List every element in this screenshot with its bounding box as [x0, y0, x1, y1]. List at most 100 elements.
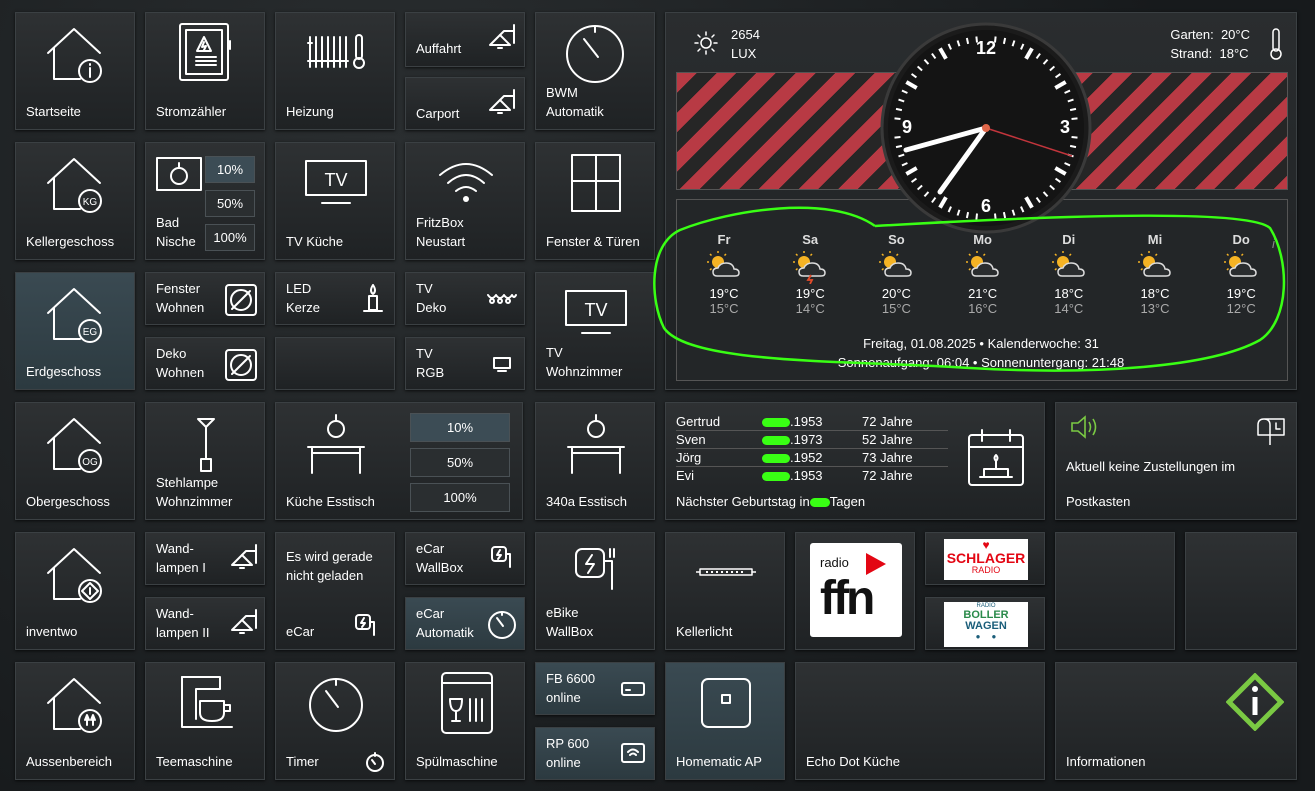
radio-bollerwagen-tile[interactable]: RADIO BOLLER WAGEN ● ●: [925, 597, 1045, 650]
tile-deko-wohnen[interactable]: Deko Wohnen: [145, 337, 265, 390]
next-birthday-text: Nächster Geburtstag in Tagen: [676, 492, 865, 511]
tile-label: Echo Dot Küche: [806, 754, 900, 769]
tile-tv-deko[interactable]: TV Deko: [405, 272, 525, 325]
wagen-text: WAGEN: [965, 620, 1007, 632]
birthday-age: 52 Jahre: [862, 432, 913, 447]
thermometer-icon: [1268, 27, 1284, 61]
dim-100-button[interactable]: 100%: [205, 224, 255, 251]
tile-label: Wand- lampen I: [156, 541, 206, 575]
schlager-radio-text: RADIO: [971, 565, 1001, 575]
tv-icon: TV: [304, 159, 368, 205]
birthday-panel[interactable]: Gertrud .1953 72 Jahre Sven .1973 52 Jahre Jör…: [665, 402, 1045, 520]
tile-stehlampe[interactable]: Stehlampe Wohnzimmer: [145, 402, 265, 520]
tile-label: Heizung: [286, 104, 334, 119]
dim-50-button[interactable]: 50%: [410, 448, 510, 477]
tile-tv-wohnzimmer[interactable]: TV TV Wohnzimmer: [535, 272, 655, 390]
tile-informationen[interactable]: Informationen: [1055, 662, 1297, 780]
tile-ecar[interactable]: Es wird gerade nicht geladen eCar: [275, 532, 395, 650]
tile-label: Bad Nische: [156, 215, 196, 249]
tile-tv-rgb[interactable]: TV RGB: [405, 337, 525, 390]
tile-echo-dot[interactable]: Echo Dot Küche: [795, 662, 1045, 780]
nav-obergeschoss[interactable]: OG Obergeschoss: [15, 402, 135, 520]
tile-ecar-wallbox[interactable]: eCar WallBox: [405, 532, 525, 585]
clock-numeral-3: 3: [1060, 117, 1070, 137]
charger-icon: [354, 613, 380, 637]
tile-kellerlicht[interactable]: Kellerlicht: [665, 532, 785, 650]
nav-label: Startseite: [26, 104, 81, 119]
tile-auffahrt[interactable]: Auffahrt: [405, 12, 525, 67]
nav-label: Obergeschoss: [26, 494, 110, 509]
nav-label: Kellergeschoss: [26, 234, 115, 249]
birthday-date: .1953: [762, 413, 862, 431]
birthday-name: Jörg: [676, 450, 702, 465]
electric-meter-icon: [176, 21, 234, 83]
nav-aussenbereich[interactable]: Aussenbereich: [15, 662, 135, 780]
floor-lamp-icon: [192, 415, 220, 475]
tile-led-kerze[interactable]: LED Kerze: [275, 272, 395, 325]
tile-stromzaehler[interactable]: Stromzähler: [145, 12, 265, 130]
tile-label: eBike WallBox: [546, 605, 594, 639]
dishwasher-icon: [440, 671, 494, 735]
tile-ecar-automatik[interactable]: eCar Automatik: [405, 597, 525, 650]
tile-label: FritzBox Neustart: [416, 215, 466, 249]
birthday-date: .1952: [762, 449, 862, 467]
tile-heizung[interactable]: Heizung: [275, 12, 395, 130]
nav-inventwo[interactable]: inventwo: [15, 532, 135, 650]
tile-fenster-wohnen[interactable]: Fenster Wohnen: [145, 272, 265, 325]
birthday-year: .1953: [790, 468, 823, 483]
birthday-date: .1953: [762, 467, 862, 485]
tile-spuelmaschine[interactable]: Spülmaschine: [405, 662, 525, 780]
ecar-status-text: Es wird gerade nicht geladen: [286, 549, 373, 583]
nav-kellergeschoss[interactable]: KG Kellergeschoss: [15, 142, 135, 260]
birthday-table: Gertrud .1953 72 Jahre Sven .1973 52 Jahre Jör…: [676, 413, 948, 484]
redaction-mark: [762, 418, 790, 428]
house-tree-icon: [44, 673, 106, 735]
next-birthday-suffix: Tagen: [829, 494, 866, 509]
nav-startseite[interactable]: Startseite: [15, 12, 135, 130]
house-floor-icon: KG: [44, 153, 106, 215]
tile-label: TV Deko: [416, 281, 447, 315]
wifi-icon: [436, 159, 496, 205]
tile-ebike-wallbox[interactable]: eBike WallBox: [535, 532, 655, 650]
tile-empty-3[interactable]: [1185, 532, 1297, 650]
light-string-icon: [486, 291, 518, 307]
stand-mixer-icon: [176, 671, 238, 733]
post-line-1: Aktuell keine Zustellungen im: [1066, 459, 1236, 474]
tile-empty-2[interactable]: [1055, 532, 1175, 650]
tile-wandlampen-2[interactable]: Wand- lampen II: [145, 597, 265, 650]
clock-tick: [894, 135, 901, 139]
radio-ffn-tile[interactable]: radio ffn: [795, 532, 915, 650]
tile-teemaschine[interactable]: Teemaschine: [145, 662, 265, 780]
tile-homematic[interactable]: Homematic AP: [665, 662, 785, 780]
tile-carport[interactable]: Carport: [405, 77, 525, 130]
birthday-row: Sven .1973 52 Jahre: [676, 431, 948, 449]
tile-bwm-automatik[interactable]: BWM Automatik: [535, 12, 655, 130]
tile-wandlampen-1[interactable]: Wand- lampen I: [145, 532, 265, 585]
dim-10-button[interactable]: 10%: [205, 156, 255, 183]
nav-label: inventwo: [26, 624, 78, 639]
window-sensor-icon: [224, 283, 258, 317]
schlager-text: SCHLAGER: [946, 550, 1026, 566]
tile-label: TV Wohnzimmer: [546, 345, 623, 379]
tile-label: eCar WallBox: [416, 541, 464, 575]
tile-tv-kueche[interactable]: TV TV Küche: [275, 142, 395, 260]
birthday-year: .1973: [790, 432, 823, 447]
tile-empty-1[interactable]: [275, 337, 395, 390]
tile-rp600[interactable]: RP 600 online: [535, 727, 655, 780]
post-panel[interactable]: Aktuell keine Zustellungen im Postkasten: [1055, 402, 1297, 520]
timer-small-icon: [364, 751, 386, 773]
tile-fritzbox[interactable]: FritzBox Neustart: [405, 142, 525, 260]
tile-timer[interactable]: Timer: [275, 662, 395, 780]
radio-schlager-tile[interactable]: ♥ SCHLAGER RADIO: [925, 532, 1045, 585]
monitor-icon: [492, 356, 512, 372]
dim-100-button[interactable]: 100%: [410, 483, 510, 512]
nav-erdgeschoss[interactable]: EG Erdgeschoss: [15, 272, 135, 390]
tile-label: Küche Esstisch: [286, 494, 375, 509]
tile-fb6600[interactable]: FB 6600 online: [535, 662, 655, 715]
tile-fenster-tueren[interactable]: Fenster & Türen: [535, 142, 655, 260]
tile-340a-esstisch[interactable]: 340a Esstisch: [535, 402, 655, 520]
dim-50-button[interactable]: 50%: [205, 190, 255, 217]
clock-tick: [1069, 144, 1077, 149]
gauge-icon: [304, 671, 368, 735]
dim-10-button[interactable]: 10%: [410, 413, 510, 442]
